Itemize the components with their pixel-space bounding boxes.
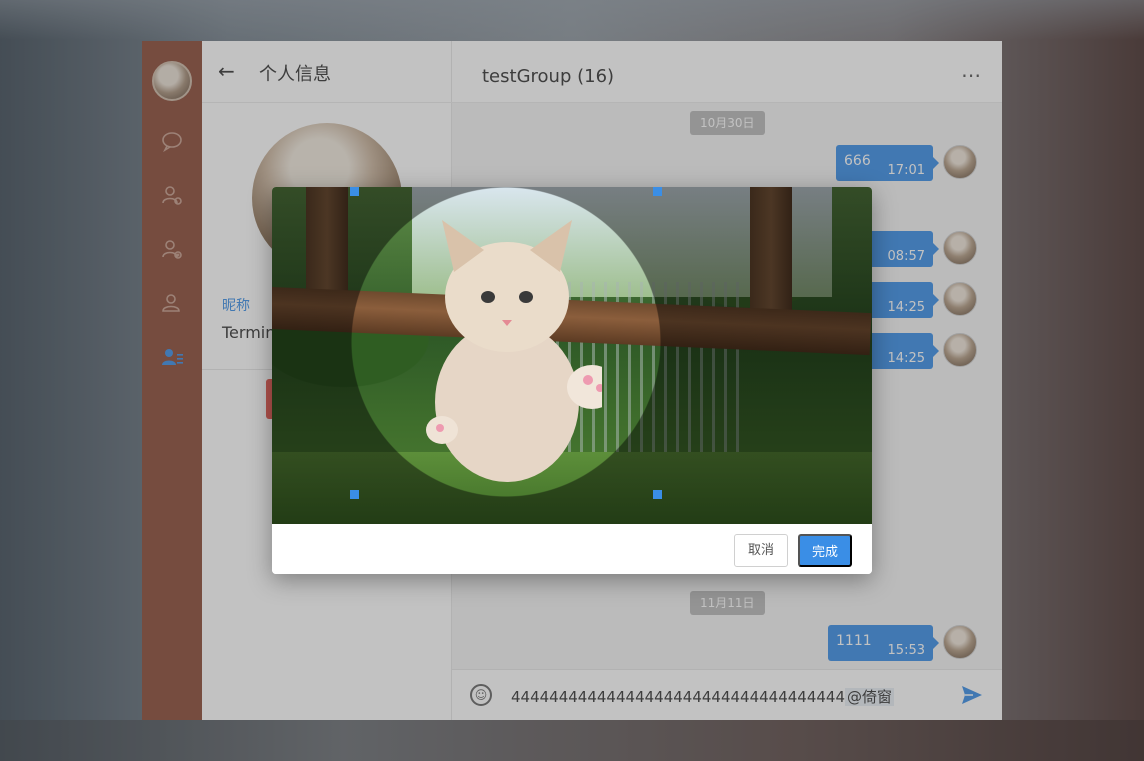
crop-image-area[interactable]	[272, 187, 872, 524]
crop-handle-bottom-left[interactable]	[350, 490, 359, 499]
done-button[interactable]: 完成	[798, 534, 852, 567]
crop-handle-top-left[interactable]	[350, 187, 359, 196]
crop-mask	[272, 187, 872, 524]
cancel-button[interactable]: 取消	[734, 534, 788, 567]
crop-handle-top-right[interactable]	[653, 187, 662, 196]
crop-handle-bottom-right[interactable]	[653, 490, 662, 499]
crop-dialog: 取消 完成	[272, 187, 872, 574]
dialog-footer: 取消 完成	[272, 524, 872, 574]
